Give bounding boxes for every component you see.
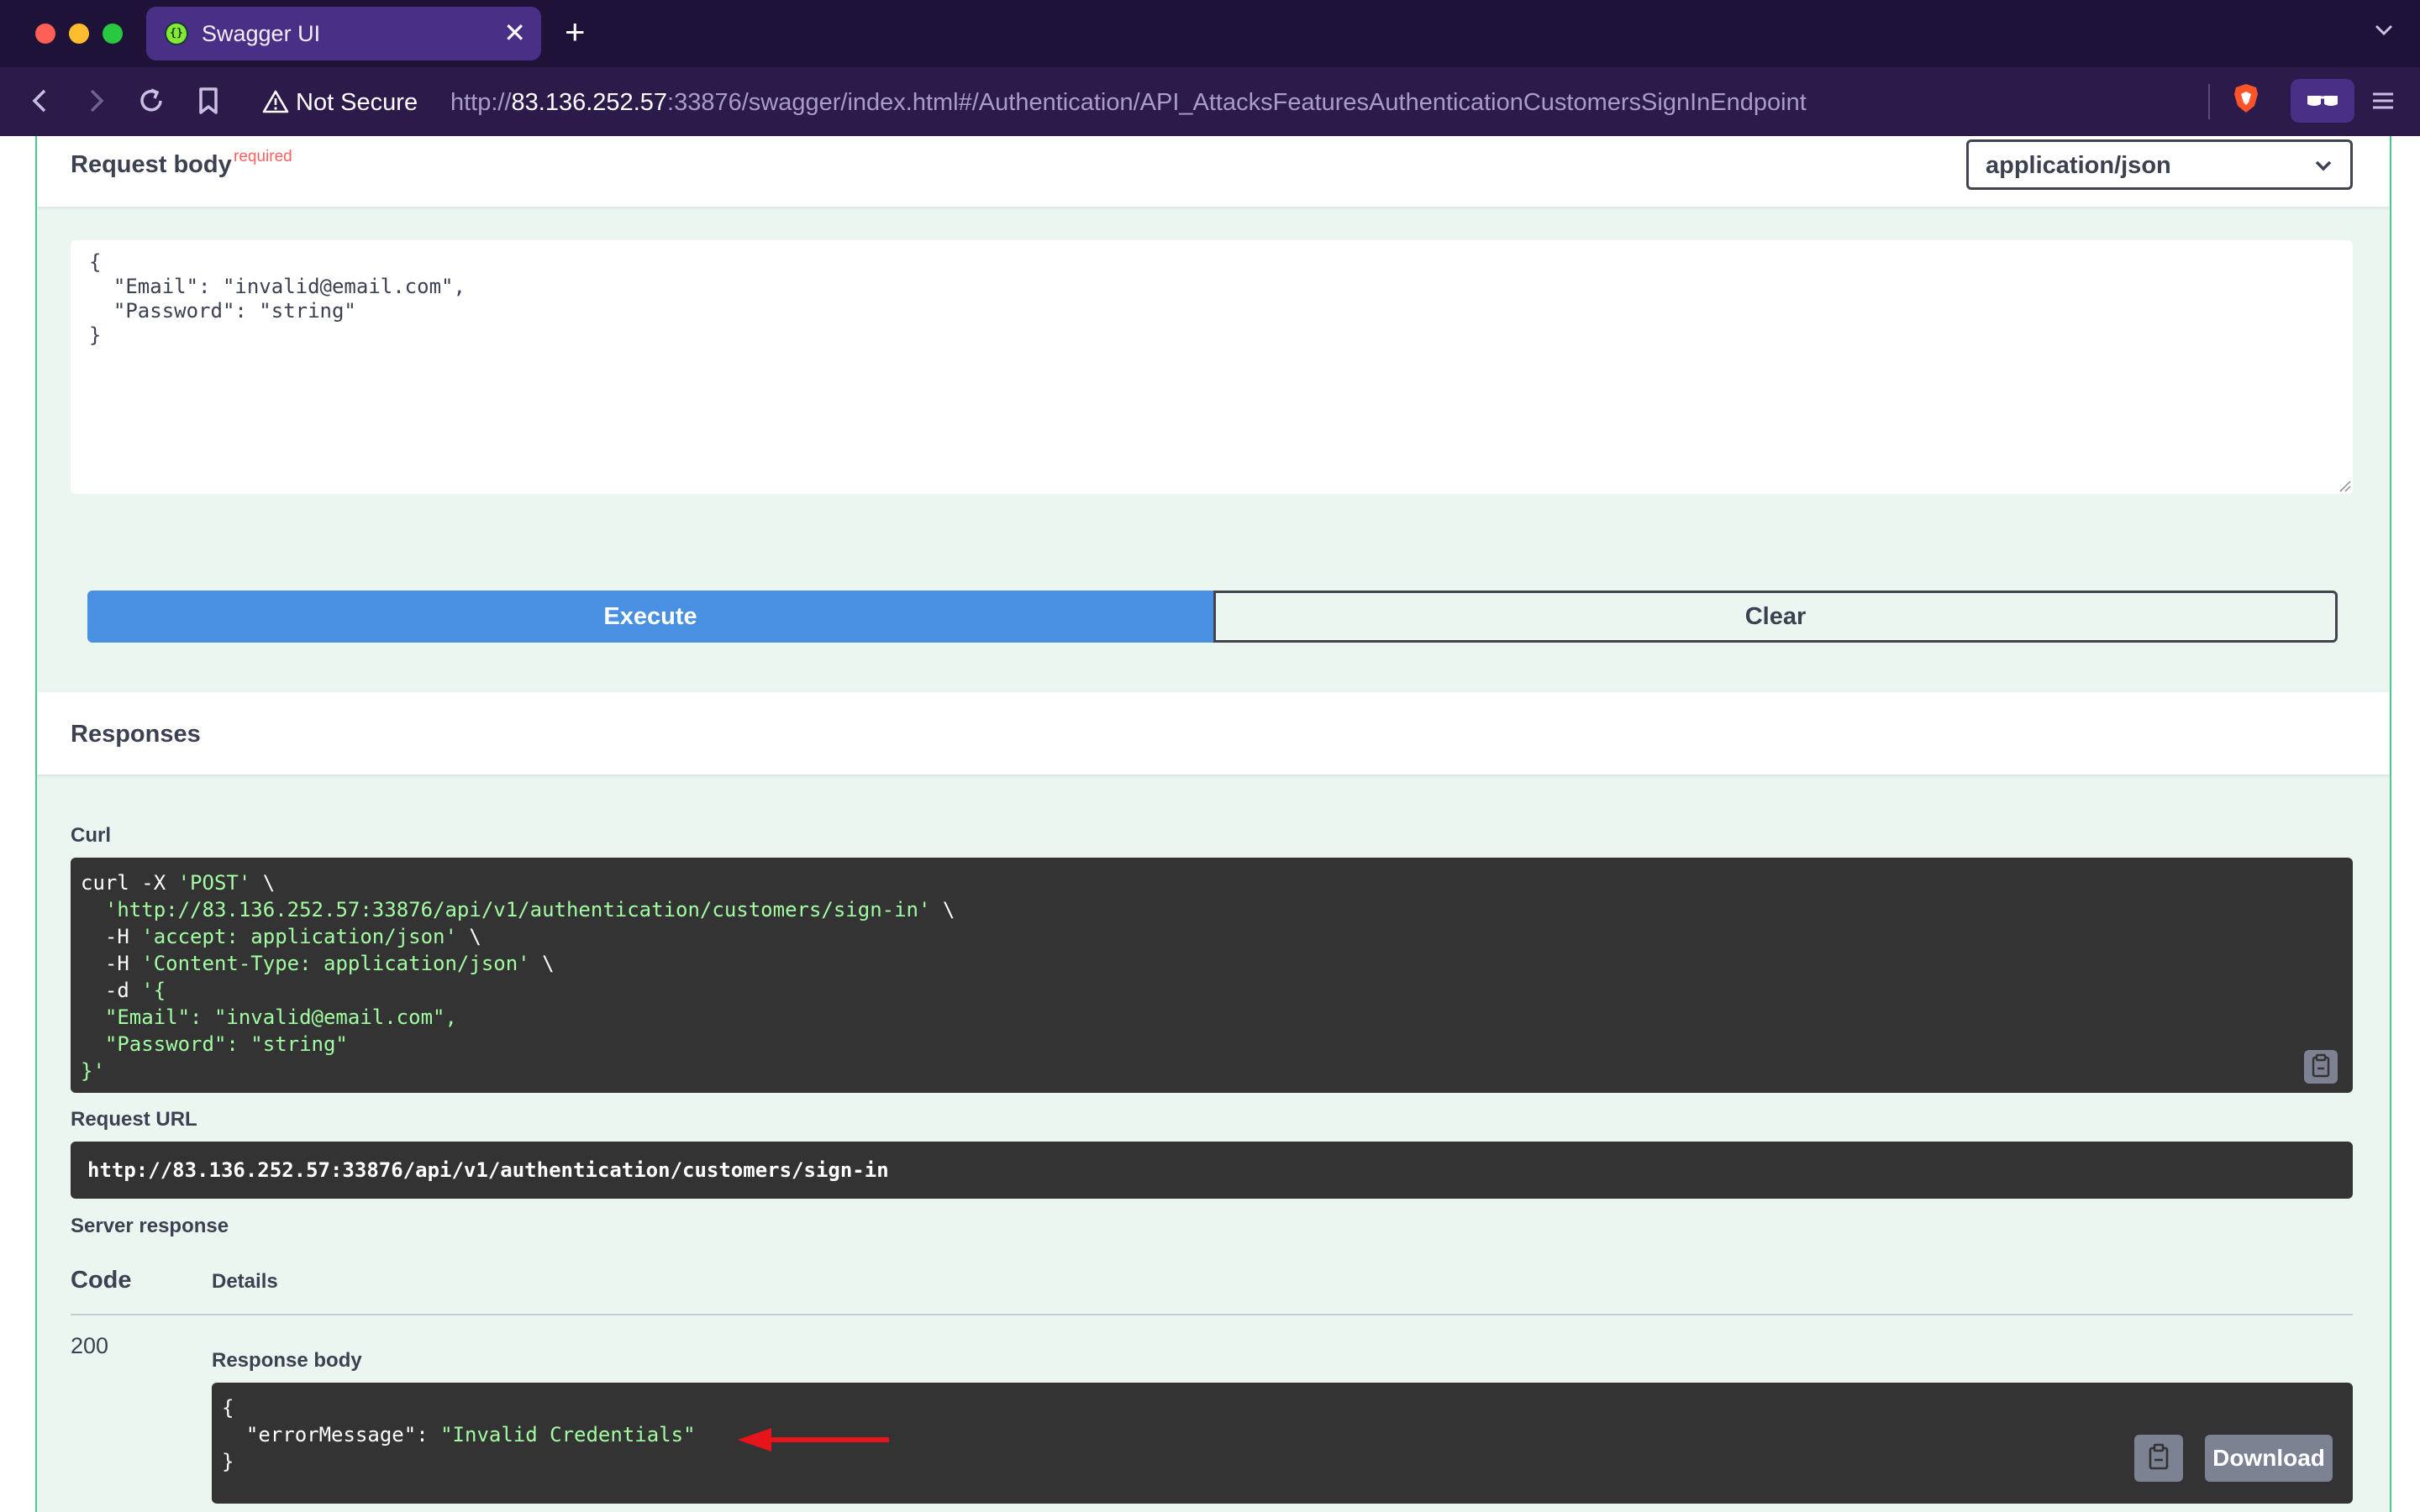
curl-line-string: "Password": "string" <box>81 1032 348 1056</box>
address-bar-divider <box>2208 84 2210 119</box>
url-text[interactable]: http://83.136.252.57:33876/swagger/index… <box>450 89 1807 117</box>
chevron-down-icon <box>2315 160 2332 171</box>
forward-arrow-icon[interactable] <box>77 82 114 119</box>
tab-list-chevron-icon[interactable] <box>2373 18 2395 40</box>
response-status-code: 200 <box>71 1333 109 1358</box>
browser-toolbar: Not Secure http://83.136.252.57:33876/sw… <box>0 67 2420 136</box>
copy-curl-button[interactable] <box>2304 1050 2338 1084</box>
curl-label: Curl <box>71 824 111 847</box>
response-body[interactable]: { "errorMessage": "Invalid Credentials" … <box>212 1383 2353 1504</box>
curl-line-continuation: \ <box>529 952 555 975</box>
code-column-header: Code <box>71 1267 132 1294</box>
content-type-value: application/json <box>1986 152 2171 179</box>
content-type-select[interactable]: application/json <box>1966 139 2353 190</box>
curl-line-string: 'Content-Type: application/json' <box>141 952 530 975</box>
table-divider <box>71 1314 2353 1315</box>
curl-line-plain: curl -X <box>81 871 178 895</box>
reload-icon[interactable] <box>133 82 170 119</box>
sunglasses-icon <box>2307 96 2338 106</box>
curl-line-string: }' <box>81 1059 105 1083</box>
download-button[interactable]: Download <box>2205 1435 2333 1482</box>
swagger-logo-icon: {} <box>165 22 188 45</box>
error-message-value: "Invalid Credentials" <box>440 1423 696 1446</box>
resize-grip-icon[interactable] <box>2338 479 2351 492</box>
details-column-header: Details <box>212 1270 278 1293</box>
request-url-label: Request URL <box>71 1108 197 1131</box>
execute-button[interactable]: Execute <box>87 591 1213 643</box>
browser-tab-swagger[interactable]: {} Swagger UI ✕ <box>146 7 541 60</box>
request-body-title: Request body <box>71 151 232 178</box>
json-open-brace: { <box>222 1396 234 1420</box>
curl-line-continuation: \ <box>250 871 276 895</box>
new-tab-button[interactable]: + <box>565 12 586 52</box>
responses-header: Responses <box>37 692 2390 774</box>
tab-title: Swagger UI <box>202 21 321 46</box>
curl-line-continuation: \ <box>456 925 481 948</box>
tab-close-icon[interactable]: ✕ <box>503 17 526 49</box>
window-minimize-button[interactable] <box>69 24 89 44</box>
browser-titlebar: {} Swagger UI ✕ + <box>0 0 2420 67</box>
json-key: "errorMessage": <box>222 1423 441 1446</box>
brave-shields-icon[interactable] <box>2232 82 2260 114</box>
json-close-brace: } <box>222 1450 234 1473</box>
window-close-button[interactable] <box>35 24 55 44</box>
clipboard-icon <box>2149 1443 2169 1470</box>
window-zoom-button[interactable] <box>103 24 123 44</box>
swagger-page: Request body required application/json {… <box>0 136 2420 1512</box>
curl-line-string: 'POST' <box>177 871 251 895</box>
request-body-editor[interactable]: { "Email": "invalid@email.com", "Passwor… <box>71 240 2353 494</box>
warning-triangle-icon <box>262 90 289 113</box>
extension-button[interactable] <box>2291 79 2354 123</box>
hamburger-menu-icon[interactable] <box>2368 86 2398 116</box>
annotation-arrow-icon <box>738 1428 889 1452</box>
curl-line-plain <box>81 898 105 921</box>
curl-line-string: '{ <box>141 979 166 1002</box>
back-arrow-icon[interactable] <box>22 82 59 119</box>
security-indicator[interactable]: Not Secure <box>296 89 418 117</box>
clear-button[interactable]: Clear <box>1213 591 2338 643</box>
curl-line-string: 'accept: application/json' <box>141 925 457 948</box>
curl-command[interactable]: curl -X 'POST' \ 'http://83.136.252.57:3… <box>71 858 2353 1093</box>
curl-line-plain: -H <box>81 952 142 975</box>
curl-line-string: "Email": "invalid@email.com", <box>81 1005 457 1029</box>
curl-line-string: 'http://83.136.252.57:33876/api/v1/authe… <box>104 898 931 921</box>
operation-block-post: Request body required application/json {… <box>35 136 2391 1512</box>
request-body-header: Request body required application/json <box>37 136 2390 207</box>
bookmark-icon[interactable] <box>190 82 227 119</box>
curl-line-plain: -d <box>81 979 142 1002</box>
curl-line-plain: -H <box>81 925 142 948</box>
response-body-label: Response body <box>212 1349 362 1372</box>
responses-title: Responses <box>71 721 201 748</box>
required-marker: required <box>234 148 292 165</box>
clipboard-icon <box>2312 1053 2330 1078</box>
execute-button-group: Execute Clear <box>87 591 2338 643</box>
copy-response-button[interactable] <box>2134 1435 2183 1482</box>
server-response-label: Server response <box>71 1215 229 1237</box>
request-url-value[interactable]: http://83.136.252.57:33876/api/v1/authen… <box>71 1142 2353 1199</box>
address-bar[interactable]: Not Secure http://83.136.252.57:33876/sw… <box>249 77 2215 126</box>
curl-line-continuation: \ <box>930 898 955 921</box>
